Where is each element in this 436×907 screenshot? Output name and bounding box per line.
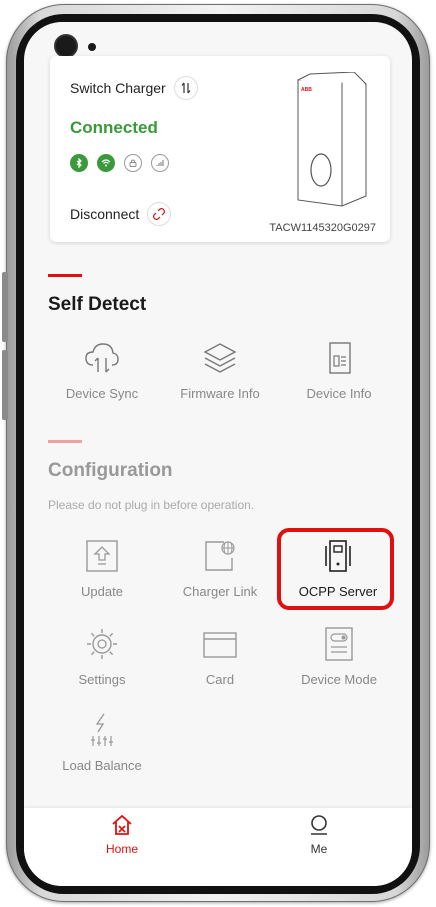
- configuration-title: Configuration: [48, 460, 173, 481]
- wifi-icon: [97, 154, 115, 172]
- disconnect-row[interactable]: Disconnect: [70, 202, 172, 226]
- lock-icon: [124, 154, 142, 172]
- home-icon: [112, 814, 132, 835]
- device-sync-button[interactable]: Device Sync: [47, 340, 157, 401]
- card-label: Card: [205, 672, 235, 687]
- tab-home[interactable]: Home: [72, 814, 172, 856]
- self-detect-accent: [48, 274, 82, 277]
- tab-me-label: Me: [310, 842, 328, 856]
- firmware-info-button[interactable]: Firmware Info: [165, 340, 275, 401]
- firmware-info-label: Firmware Info: [180, 386, 260, 401]
- cloud-sync-icon: [84, 340, 120, 376]
- configuration-accent: [48, 440, 82, 443]
- tab-me[interactable]: Me: [269, 814, 369, 856]
- self-detect-title: Self Detect: [48, 294, 147, 315]
- device-mode-label: Device Mode: [301, 672, 377, 687]
- front-camera: [56, 36, 76, 56]
- load-balance-icon: [84, 712, 120, 748]
- switch-charger-label: Switch Charger: [70, 80, 166, 96]
- gear-icon: [84, 626, 120, 662]
- switch-charger-row[interactable]: Switch Charger: [70, 76, 198, 100]
- unlink-icon: [153, 208, 166, 220]
- volume-up-button: [2, 272, 8, 342]
- charger-link-label: Charger Link: [182, 584, 258, 599]
- device-info-label: Device Info: [306, 386, 372, 401]
- layers-icon: [202, 340, 238, 376]
- device-info-button[interactable]: Device Info: [284, 340, 394, 401]
- person-icon: [311, 815, 327, 835]
- tab-home-label: Home: [105, 842, 138, 856]
- update-icon: [84, 538, 120, 574]
- update-button[interactable]: Update: [47, 538, 157, 599]
- front-sensor: [88, 43, 96, 51]
- load-balance-label: Load Balance: [62, 758, 142, 773]
- ocpp-server-highlight: [277, 528, 394, 610]
- switch-charger-button[interactable]: [173, 76, 198, 100]
- bottom-tab-bar: Home Me: [24, 808, 412, 886]
- charger-card: Switch Charger Connected Disconnect TACW…: [50, 56, 390, 242]
- disconnect-label: Disconnect: [70, 206, 140, 222]
- signal-icon: [151, 154, 169, 172]
- device-mode-button[interactable]: Device Mode: [284, 626, 394, 687]
- disconnect-button[interactable]: [147, 202, 172, 226]
- swap-icon: [181, 82, 191, 94]
- configuration-notice: Please do not plug in before operation.: [48, 498, 255, 512]
- settings-button[interactable]: Settings: [47, 626, 157, 687]
- charger-image: ABB: [297, 72, 367, 207]
- device-sync-label: Device Sync: [65, 386, 139, 401]
- settings-label: Settings: [78, 672, 126, 687]
- card-button[interactable]: Card: [165, 626, 275, 687]
- status-icon-row: [70, 154, 169, 172]
- update-label: Update: [81, 584, 123, 599]
- device-mode-icon: [321, 626, 357, 662]
- globe-link-icon: [202, 538, 238, 574]
- brand-logo: ABB: [301, 87, 312, 93]
- card-icon: [202, 626, 238, 662]
- connection-status: Connected: [70, 118, 158, 137]
- charger-link-button[interactable]: Charger Link: [165, 538, 275, 599]
- document-icon: [321, 340, 357, 376]
- volume-down-button: [2, 350, 8, 420]
- charger-serial: TACW1145320G0297: [269, 222, 376, 234]
- app-screen: Switch Charger Connected Disconnect TACW…: [24, 22, 412, 886]
- load-balance-button[interactable]: Load Balance: [47, 712, 157, 773]
- bluetooth-icon: [70, 154, 88, 172]
